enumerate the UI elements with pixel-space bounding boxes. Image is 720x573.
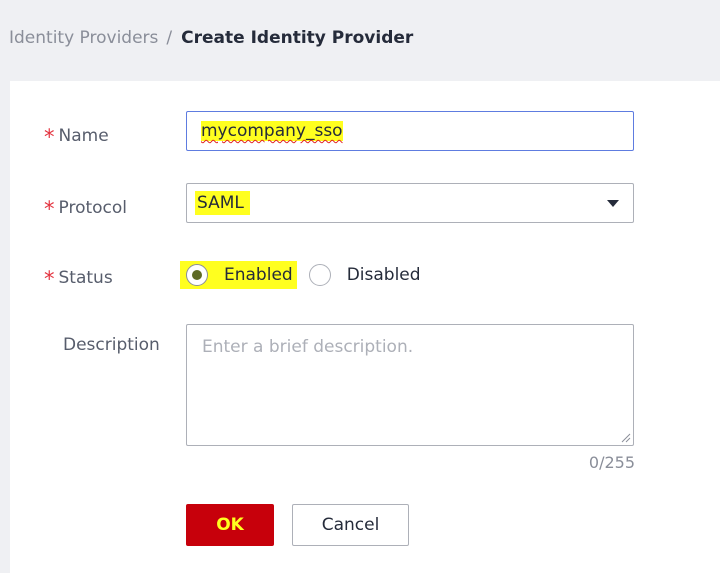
description-label: Description <box>63 335 160 355</box>
chevron-down-icon <box>607 199 619 207</box>
breadcrumb-separator: / <box>166 28 173 48</box>
status-option-disabled-label: Disabled <box>346 265 421 285</box>
protocol-select[interactable]: SAML <box>186 183 634 223</box>
cancel-button[interactable]: Cancel <box>292 504 409 546</box>
name-input[interactable]: mycompany_sso <box>186 111 634 151</box>
status-radio-group: Enabled Disabled <box>180 261 421 289</box>
protocol-label-row: * Protocol <box>44 195 128 221</box>
description-char-counter: 0/255 <box>588 453 635 472</box>
status-label: Status <box>58 268 113 288</box>
form-panel: * Name mycompany_sso * Protocol SAML * Stat… <box>10 81 720 573</box>
required-mark: * <box>44 197 55 221</box>
breadcrumb-current-page: Create Identity Provider <box>181 28 414 48</box>
name-input-value: mycompany_sso <box>201 121 343 141</box>
status-label-row: * Status <box>44 265 113 291</box>
status-option-enabled-label: Enabled <box>224 265 293 285</box>
protocol-label: Protocol <box>58 198 128 218</box>
breadcrumb-link-identity-providers[interactable]: Identity Providers <box>9 28 158 48</box>
resize-grip-icon[interactable] <box>621 433 631 443</box>
description-placeholder: Enter a brief description. <box>202 337 414 357</box>
radio-unchecked-icon <box>308 264 331 286</box>
radio-checked-icon <box>186 264 208 286</box>
required-mark: * <box>44 125 55 149</box>
breadcrumb: Identity Providers / Create Identity Provi… <box>9 27 413 49</box>
name-label-row: * Name <box>44 123 109 149</box>
status-radio-disabled[interactable]: Disabled <box>308 264 421 286</box>
protocol-selected-value: SAML <box>195 191 250 215</box>
name-label: Name <box>58 126 109 146</box>
description-textarea[interactable]: Enter a brief description. <box>186 324 634 446</box>
ok-button[interactable]: OK <box>186 504 274 546</box>
required-mark: * <box>44 267 55 291</box>
status-radio-enabled[interactable]: Enabled <box>180 261 297 289</box>
